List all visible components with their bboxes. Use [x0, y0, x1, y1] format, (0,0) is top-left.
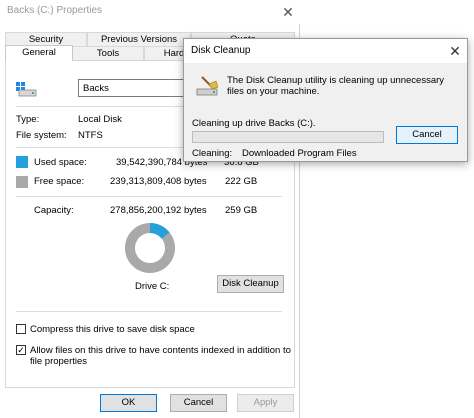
free-space-bytes: 239,313,809,408 bytes — [110, 176, 207, 187]
tab-previous-versions[interactable]: Previous Versions — [87, 32, 191, 46]
cancel-button[interactable]: Cancel — [170, 394, 227, 412]
type-label: Type: — [16, 114, 40, 125]
cleaning-label: Cleaning: — [192, 148, 233, 159]
ok-button[interactable]: OK — [100, 394, 157, 412]
drive-letter-label: Drive C: — [135, 281, 170, 292]
separator — [16, 311, 282, 312]
used-space-swatch — [16, 156, 28, 168]
properties-close-icon[interactable]: ✕ — [278, 2, 298, 22]
tab-security[interactable]: Security — [5, 32, 87, 46]
disk-cleanup-status: Cleaning up drive Backs (C:). — [192, 118, 316, 129]
properties-title: Backs (C:) Properties — [7, 5, 103, 16]
capacity-label: Capacity: — [34, 205, 74, 216]
used-space-label: Used space: — [34, 157, 87, 168]
index-label-line-2: file properties — [30, 356, 88, 367]
compress-label: Compress this drive to save disk space — [30, 324, 195, 335]
free-space-label: Free space: — [34, 176, 85, 187]
file-system-label: File system: — [16, 130, 67, 141]
index-label-line-1: Allow files on this drive to have conten… — [30, 345, 291, 356]
free-space-swatch — [16, 176, 28, 188]
disk-cleanup-dialog: Disk Cleanup ✕ The Disk Cleanup utility … — [183, 38, 468, 162]
compress-checkbox[interactable] — [16, 324, 26, 334]
tab-general[interactable]: General — [5, 45, 73, 61]
disk-cleanup-titlebar: Disk Cleanup ✕ — [184, 39, 467, 63]
file-system-value: NTFS — [78, 130, 103, 141]
disk-cleanup-title: Disk Cleanup — [191, 45, 251, 56]
disk-cleanup-button[interactable]: Disk Cleanup — [217, 275, 284, 293]
free-space-gb: 222 GB — [225, 176, 258, 187]
disk-cleanup-progress-bar — [192, 131, 384, 143]
capacity-gb: 259 GB — [225, 205, 258, 216]
donut-used-segment — [149, 223, 170, 239]
disk-cleanup-cancel-button[interactable]: Cancel — [396, 126, 458, 144]
apply-button[interactable]: Apply — [237, 394, 294, 412]
disk-cleanup-broom-icon — [196, 76, 219, 96]
disk-usage-donut — [125, 223, 175, 273]
tab-tools[interactable]: Tools — [72, 46, 144, 60]
properties-titlebar: Backs (C:) Properties ✕ — [0, 0, 300, 24]
disk-cleanup-body: The Disk Cleanup utility is cleaning up … — [184, 63, 467, 161]
drive-icon — [16, 82, 37, 97]
cleaning-item: Downloaded Program Files — [242, 148, 357, 159]
capacity-bytes: 278,856,200,192 bytes — [110, 205, 207, 216]
type-value: Local Disk — [78, 114, 122, 125]
separator — [16, 196, 282, 197]
index-checkbox[interactable]: ✓ — [16, 345, 26, 355]
disk-cleanup-close-icon[interactable]: ✕ — [445, 41, 465, 61]
disk-cleanup-message: The Disk Cleanup utility is cleaning up … — [227, 75, 445, 97]
